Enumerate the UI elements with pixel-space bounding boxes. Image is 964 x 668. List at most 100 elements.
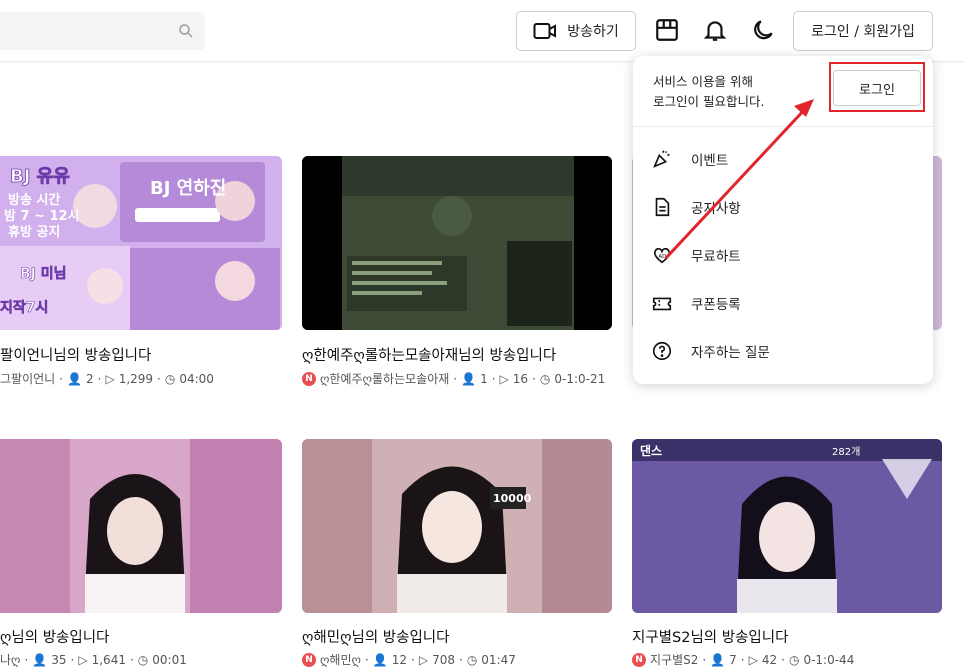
video-title[interactable]: 지구별S2님의 방송입니다 xyxy=(632,626,788,647)
thumb-bj-mimi: BJ 미님 xyxy=(20,266,67,282)
menu-item-free-heart[interactable]: AD 무료하트 xyxy=(651,244,741,266)
menu-item-label: 자주하는 질문 xyxy=(691,345,770,361)
video-thumbnail[interactable]: 댄스 282개 xyxy=(632,439,942,613)
viewer-icon: 👤 xyxy=(710,652,726,667)
channel-badge-icon: N xyxy=(632,652,646,667)
video-thumbnail[interactable]: BJ 유유 방송 시간 밤 7 ~ 12시 휴방 공지 BJ 연하진 BJ 미님… xyxy=(0,156,282,330)
duration: 01:47 xyxy=(481,652,516,667)
channel-badge-icon: N xyxy=(302,371,316,386)
thumb-start7: 지작7시 xyxy=(0,299,48,316)
clock-icon: ◷ xyxy=(788,652,800,667)
login-required-message: 서비스 이용을 위해 로그인이 필요합니다. xyxy=(653,72,764,112)
video-title[interactable]: ღ님의 방송입니다 xyxy=(0,626,109,647)
bell-icon[interactable] xyxy=(702,17,728,43)
top-header: 방송하기 로그인 / 회원가입 xyxy=(0,0,964,62)
thumb-bj-yuyu: BJ 유유 xyxy=(10,166,70,187)
duration: 04:00 xyxy=(179,371,214,386)
duration: 00:01 xyxy=(152,652,187,667)
video-camera-icon xyxy=(533,23,557,39)
menu-item-faq[interactable]: 자주하는 질문 xyxy=(651,340,770,362)
video-meta: 나ღ · 👤 35 · ▷ 1,641 · ◷ 00:01 xyxy=(0,651,187,668)
duration: 0-1:0-44 xyxy=(803,652,855,667)
viewer-count: 1 xyxy=(480,371,488,386)
store-icon[interactable] xyxy=(654,17,680,43)
menu-item-label: 이벤트 xyxy=(691,153,729,169)
broadcast-button[interactable]: 방송하기 xyxy=(516,11,636,51)
video-title[interactable]: ღ한예주ღ롤하는모솔아재님의 방송입니다 xyxy=(302,344,556,365)
video-meta: 그팔이언니 · 👤 2 · ▷ 1,299 · ◷ 04:00 xyxy=(0,370,214,387)
play-count: 708 xyxy=(432,652,455,667)
menu-item-notice[interactable]: 공지사항 xyxy=(651,196,741,218)
video-meta: N 지구별S2 · 👤 7 · ▷ 42 · ◷ 0-1:0-44 xyxy=(632,651,854,668)
channel-name[interactable]: ღ한예주ღ롤하는모솔아재 xyxy=(320,370,449,387)
login-signup-button[interactable]: 로그인 / 회원가입 xyxy=(793,11,933,51)
video-thumbnail[interactable] xyxy=(302,156,612,330)
dropdown-login-label: 로그인 xyxy=(859,82,895,98)
play-count: 1,299 xyxy=(118,371,154,386)
document-icon xyxy=(655,197,670,217)
clock-icon: ◷ xyxy=(466,652,478,667)
coupon-icon xyxy=(652,297,672,311)
thumb-dance: 댄스 xyxy=(640,443,662,458)
question-icon xyxy=(652,341,672,361)
channel-name[interactable]: 그팔이언니 xyxy=(0,370,55,387)
heart-ad-icon: AD xyxy=(653,247,671,264)
message-line1: 서비스 이용을 위해 xyxy=(653,74,753,89)
clock-icon: ◷ xyxy=(539,371,551,386)
video-thumbnail[interactable] xyxy=(0,439,282,613)
svg-text:AD: AD xyxy=(658,254,666,260)
video-meta: N ღ한예주ღ롤하는모솔아재 · 👤 1 · ▷ 16 · ◷ 0-1:0-21 xyxy=(302,370,605,387)
duration: 0-1:0-21 xyxy=(554,371,606,386)
viewer-count: 2 xyxy=(85,371,94,386)
search-icon[interactable] xyxy=(177,22,195,40)
thumbnail-artwork: 댄스 282개 xyxy=(632,439,942,613)
clock-icon: ◷ xyxy=(137,652,149,667)
thumb-time-line1: 방송 시간 xyxy=(8,192,60,208)
video-title[interactable]: ღ해민ღ님의 방송입니다 xyxy=(302,626,449,647)
thumb-time-line3: 휴방 공지 xyxy=(8,224,60,240)
dropdown-login-button[interactable]: 로그인 xyxy=(833,70,921,106)
channel-name[interactable]: 나ღ xyxy=(0,651,20,668)
party-popper-icon xyxy=(653,150,670,168)
search-input[interactable] xyxy=(4,21,154,41)
viewer-icon: 👤 xyxy=(461,371,477,386)
clock-icon: ◷ xyxy=(164,371,176,386)
play-count: 16 xyxy=(512,371,529,386)
channel-name[interactable]: 지구별S2 xyxy=(650,651,698,668)
viewer-count: 7 xyxy=(729,652,737,667)
video-thumbnail[interactable]: 10000 xyxy=(302,439,612,613)
thumb-live-count: 282개 xyxy=(832,446,860,458)
viewer-icon: 👤 xyxy=(32,652,48,667)
thumb-num-10000: 10000 xyxy=(493,492,532,505)
viewer-count: 35 xyxy=(51,652,67,667)
play-icon: ▷ xyxy=(418,652,429,667)
menu-item-coupon[interactable]: 쿠폰등록 xyxy=(651,292,741,314)
menu-item-label: 공지사항 xyxy=(691,201,741,217)
thumbnail-artwork: BJ 유유 방송 시간 밤 7 ~ 12시 휴방 공지 BJ 연하진 BJ 미님… xyxy=(0,156,282,330)
login-signup-label: 로그인 / 회원가입 xyxy=(811,24,915,40)
thumbnail-artwork: 10000 xyxy=(302,439,612,613)
menu-item-label: 쿠폰등록 xyxy=(691,297,741,313)
channel-name[interactable]: ღ해민ღ xyxy=(320,651,361,668)
menu-item-label: 무료하트 xyxy=(691,249,741,265)
thumbnail-artwork xyxy=(302,156,612,330)
play-icon: ▷ xyxy=(499,371,509,386)
login-dropdown: 서비스 이용을 위해 로그인이 필요합니다. 로그인 이벤트 공지사항 AD 무… xyxy=(633,56,933,384)
video-title[interactable]: 팔이언니님의 방송입니다 xyxy=(0,344,151,365)
divider xyxy=(633,126,933,127)
viewer-icon: 👤 xyxy=(372,652,388,667)
thumb-time-line2: 밤 7 ~ 12시 xyxy=(4,208,80,224)
thumb-bj-yeonhajin: BJ 연하진 xyxy=(150,178,226,199)
play-count: 1,641 xyxy=(91,652,126,667)
play-icon: ▷ xyxy=(105,371,115,386)
moon-icon[interactable] xyxy=(750,17,776,43)
thumbnail-artwork xyxy=(0,439,282,613)
channel-badge-icon: N xyxy=(302,652,316,667)
play-icon: ▷ xyxy=(748,652,758,667)
video-meta: N ღ해민ღ · 👤 12 · ▷ 708 · ◷ 01:47 xyxy=(302,651,516,668)
viewer-count: 12 xyxy=(391,652,408,667)
play-icon: ▷ xyxy=(78,652,88,667)
search-bar[interactable] xyxy=(0,12,205,50)
menu-item-event[interactable]: 이벤트 xyxy=(651,148,728,170)
broadcast-label: 방송하기 xyxy=(567,24,619,40)
